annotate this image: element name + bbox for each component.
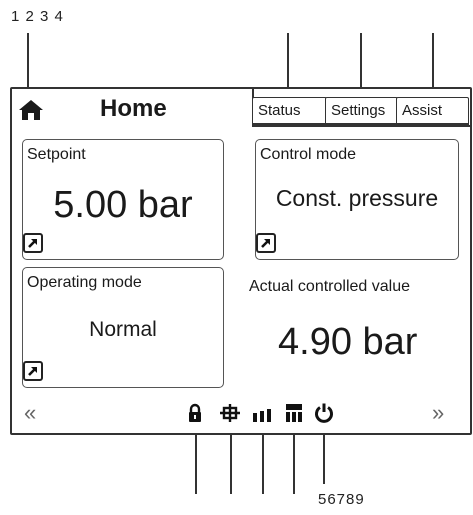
leader-line-2 <box>287 33 289 95</box>
status-bar: « » <box>12 394 470 434</box>
tab-baseline <box>252 125 470 127</box>
actual-value: 4.90 bar <box>278 321 418 363</box>
setpoint-value: 5.00 bar <box>53 184 193 226</box>
control-mode-edit-button[interactable] <box>256 233 276 253</box>
setpoint-label: Setpoint <box>27 146 86 163</box>
home-icon[interactable] <box>18 98 44 122</box>
operating-mode-tile[interactable]: Operating mode Normal <box>22 267 224 388</box>
operating-mode-edit-button[interactable] <box>23 361 43 381</box>
leader-line-4 <box>432 33 434 95</box>
setpoint-edit-button[interactable] <box>23 233 43 253</box>
bus-icon <box>219 403 241 428</box>
page-title: Home <box>100 95 167 122</box>
previous-page-button[interactable]: « <box>24 400 36 426</box>
callout-numbers-top: 1 2 3 4 <box>11 8 64 25</box>
control-mode-label: Control mode <box>260 146 357 163</box>
signal-bars-icon <box>252 403 272 428</box>
network-icon <box>284 403 304 428</box>
setpoint-tile[interactable]: Setpoint 5.00 bar <box>22 139 224 260</box>
tab-status[interactable]: Status <box>252 97 327 125</box>
operating-mode-value: Normal <box>89 318 157 341</box>
lock-icon <box>187 403 203 428</box>
tab-assist[interactable]: Assist <box>396 97 469 125</box>
controller-screen: Home Status Settings Assist Setpoint 5.0… <box>10 87 472 435</box>
arrow-up-right-icon <box>28 239 37 248</box>
operating-mode-label: Operating mode <box>27 274 142 291</box>
control-mode-tile[interactable]: Control mode Const. pressure <box>255 139 459 260</box>
next-page-button[interactable]: » <box>432 400 444 426</box>
callout-numbers-bottom: 56789 <box>318 491 365 508</box>
actual-value-label: Actual controlled value <box>249 278 410 295</box>
arrow-up-right-icon <box>261 239 270 248</box>
leader-line-3 <box>360 33 362 95</box>
arrow-up-right-icon <box>28 367 37 376</box>
control-mode-value: Const. pressure <box>275 185 439 211</box>
tab-home[interactable]: Home <box>12 89 254 127</box>
power-icon <box>314 403 334 428</box>
tab-settings[interactable]: Settings <box>325 97 398 125</box>
